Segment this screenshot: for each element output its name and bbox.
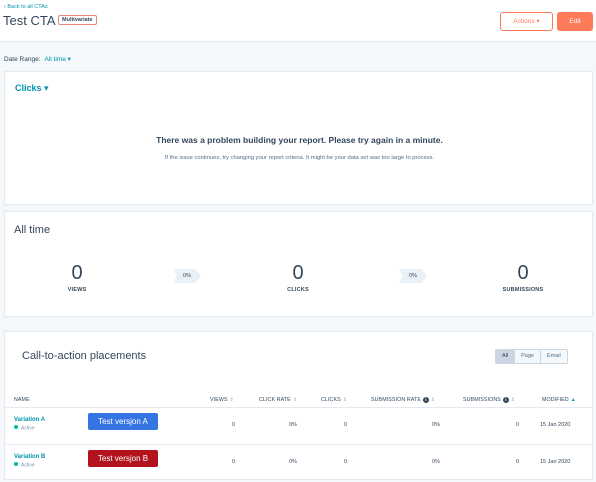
cta-preview-button[interactable]: Test versjon A (88, 413, 158, 430)
report-card: Clicks ▾ There was a problem building yo… (4, 71, 593, 205)
filter-all-button[interactable]: All (496, 350, 516, 363)
column-header-click-rate[interactable]: CLICK RATE ⇕ (259, 396, 297, 404)
clicks-label: CLICKS (287, 287, 309, 293)
back-to-all-ctas-link[interactable]: ‹ Back to all CTAs (4, 3, 48, 11)
submission-rate-cell: 0% (432, 422, 440, 428)
info-icon[interactable]: i (502, 397, 509, 403)
variation-name-link[interactable]: Variation A (14, 416, 45, 424)
page-title: Test CTA (3, 13, 56, 28)
active-dot-icon (14, 462, 18, 466)
sort-icon: ⇕ (292, 397, 298, 403)
report-metric-dropdown[interactable]: Clicks ▾ (15, 83, 49, 94)
date-range-filter: Date Range: All time ▾ (4, 56, 71, 64)
edit-button[interactable]: Edit (557, 12, 593, 31)
sort-icon: ⇕ (229, 397, 234, 403)
column-header-clicks[interactable]: CLICKS ⇕ (321, 396, 347, 404)
clicks-cell: 0 (344, 422, 348, 428)
placements-card: Call-to-action placements All Page Email… (4, 331, 593, 480)
click-rate-cell: 0% (289, 459, 297, 465)
cta-preview-button[interactable]: Test versjon B (88, 450, 158, 467)
multivariate-badge: Multivariate (58, 15, 97, 25)
column-header-modified[interactable]: MODIFIED ▲ (542, 396, 576, 404)
info-icon[interactable]: i (422, 397, 429, 403)
status-label: Active (21, 425, 35, 432)
actions-dropdown-button[interactable]: Actions ▾ (500, 12, 553, 31)
column-name-label: NAME (14, 397, 30, 403)
column-header-name: NAME (14, 396, 30, 404)
submissions-value: 0 (517, 262, 529, 284)
view-to-click-rate-arrow: 0% (173, 269, 201, 283)
filter-email-button[interactable]: Email (540, 350, 567, 363)
submissions-label: SUBMISSIONS (502, 287, 544, 293)
status-indicator: Active (14, 462, 35, 470)
clicks-metric: 0 CLICKS (258, 262, 338, 293)
placement-filter-group: All Page Email (495, 349, 568, 364)
column-header-submissions[interactable]: SUBMISSIONS i ⇕ (463, 396, 515, 404)
status-indicator: Active (14, 425, 35, 433)
clicks-value: 0 (292, 262, 304, 284)
date-range-dropdown[interactable]: All time ▾ (45, 56, 71, 63)
submissions-metric: 0 SUBMISSIONS (483, 262, 563, 293)
column-submission-rate-label: SUBMISSION RATE (371, 397, 421, 403)
filter-page-button[interactable]: Page (515, 350, 541, 363)
date-range-label: Date Range: (4, 56, 41, 63)
column-views-label: VIEWS (210, 397, 228, 403)
column-click-rate-label: CLICK RATE (259, 397, 291, 403)
column-header-views[interactable]: VIEWS ⇕ (210, 396, 234, 404)
views-cell: 0 (232, 422, 236, 428)
sort-icon: ⇕ (430, 397, 436, 403)
click-to-submission-rate-arrow: 0% (399, 269, 427, 283)
modified-cell: 15 Jan 2020 (540, 459, 571, 465)
sort-ascending-icon: ▲ (570, 397, 576, 403)
column-modified-label: MODIFIED (542, 397, 569, 403)
report-error-title: There was a problem building your report… (156, 135, 443, 145)
submissions-cell: 0 (516, 422, 520, 428)
variation-name-link[interactable]: Variation B (14, 453, 45, 461)
all-time-title: All time (14, 224, 51, 236)
views-metric: 0 VIEWS (37, 262, 117, 293)
column-clicks-label: CLICKS (321, 397, 341, 403)
all-time-card: All time 0 VIEWS 0% 0 CLICKS 0% 0 SUBMIS… (4, 211, 593, 317)
sort-icon: ⇕ (342, 397, 348, 403)
clicks-cell: 0 (344, 459, 348, 465)
views-label: VIEWS (67, 287, 87, 293)
report-error-subtitle: If the issue continues, try changing you… (164, 155, 435, 161)
table-row: Variation A Active Test versjon A 0 0% 0… (5, 408, 592, 444)
column-header-submission-rate[interactable]: SUBMISSION RATE i ⇕ (371, 396, 435, 404)
status-label: Active (21, 462, 35, 469)
click-rate-cell: 0% (289, 422, 297, 428)
active-dot-icon (14, 425, 18, 429)
submission-rate-cell: 0% (432, 459, 440, 465)
placements-title: Call-to-action placements (22, 350, 147, 362)
submissions-cell: 0 (516, 459, 520, 465)
sort-icon: ⇕ (510, 397, 516, 403)
views-value: 0 (71, 262, 83, 284)
table-row: Variation B Active Test versjon B 0 0% 0… (5, 445, 592, 481)
modified-cell: 15 Jan 2020 (540, 422, 571, 428)
views-cell: 0 (232, 459, 236, 465)
column-submissions-label: SUBMISSIONS (463, 397, 501, 403)
page-header: ‹ Back to all CTAs Test CTA Multivariate… (0, 0, 596, 42)
